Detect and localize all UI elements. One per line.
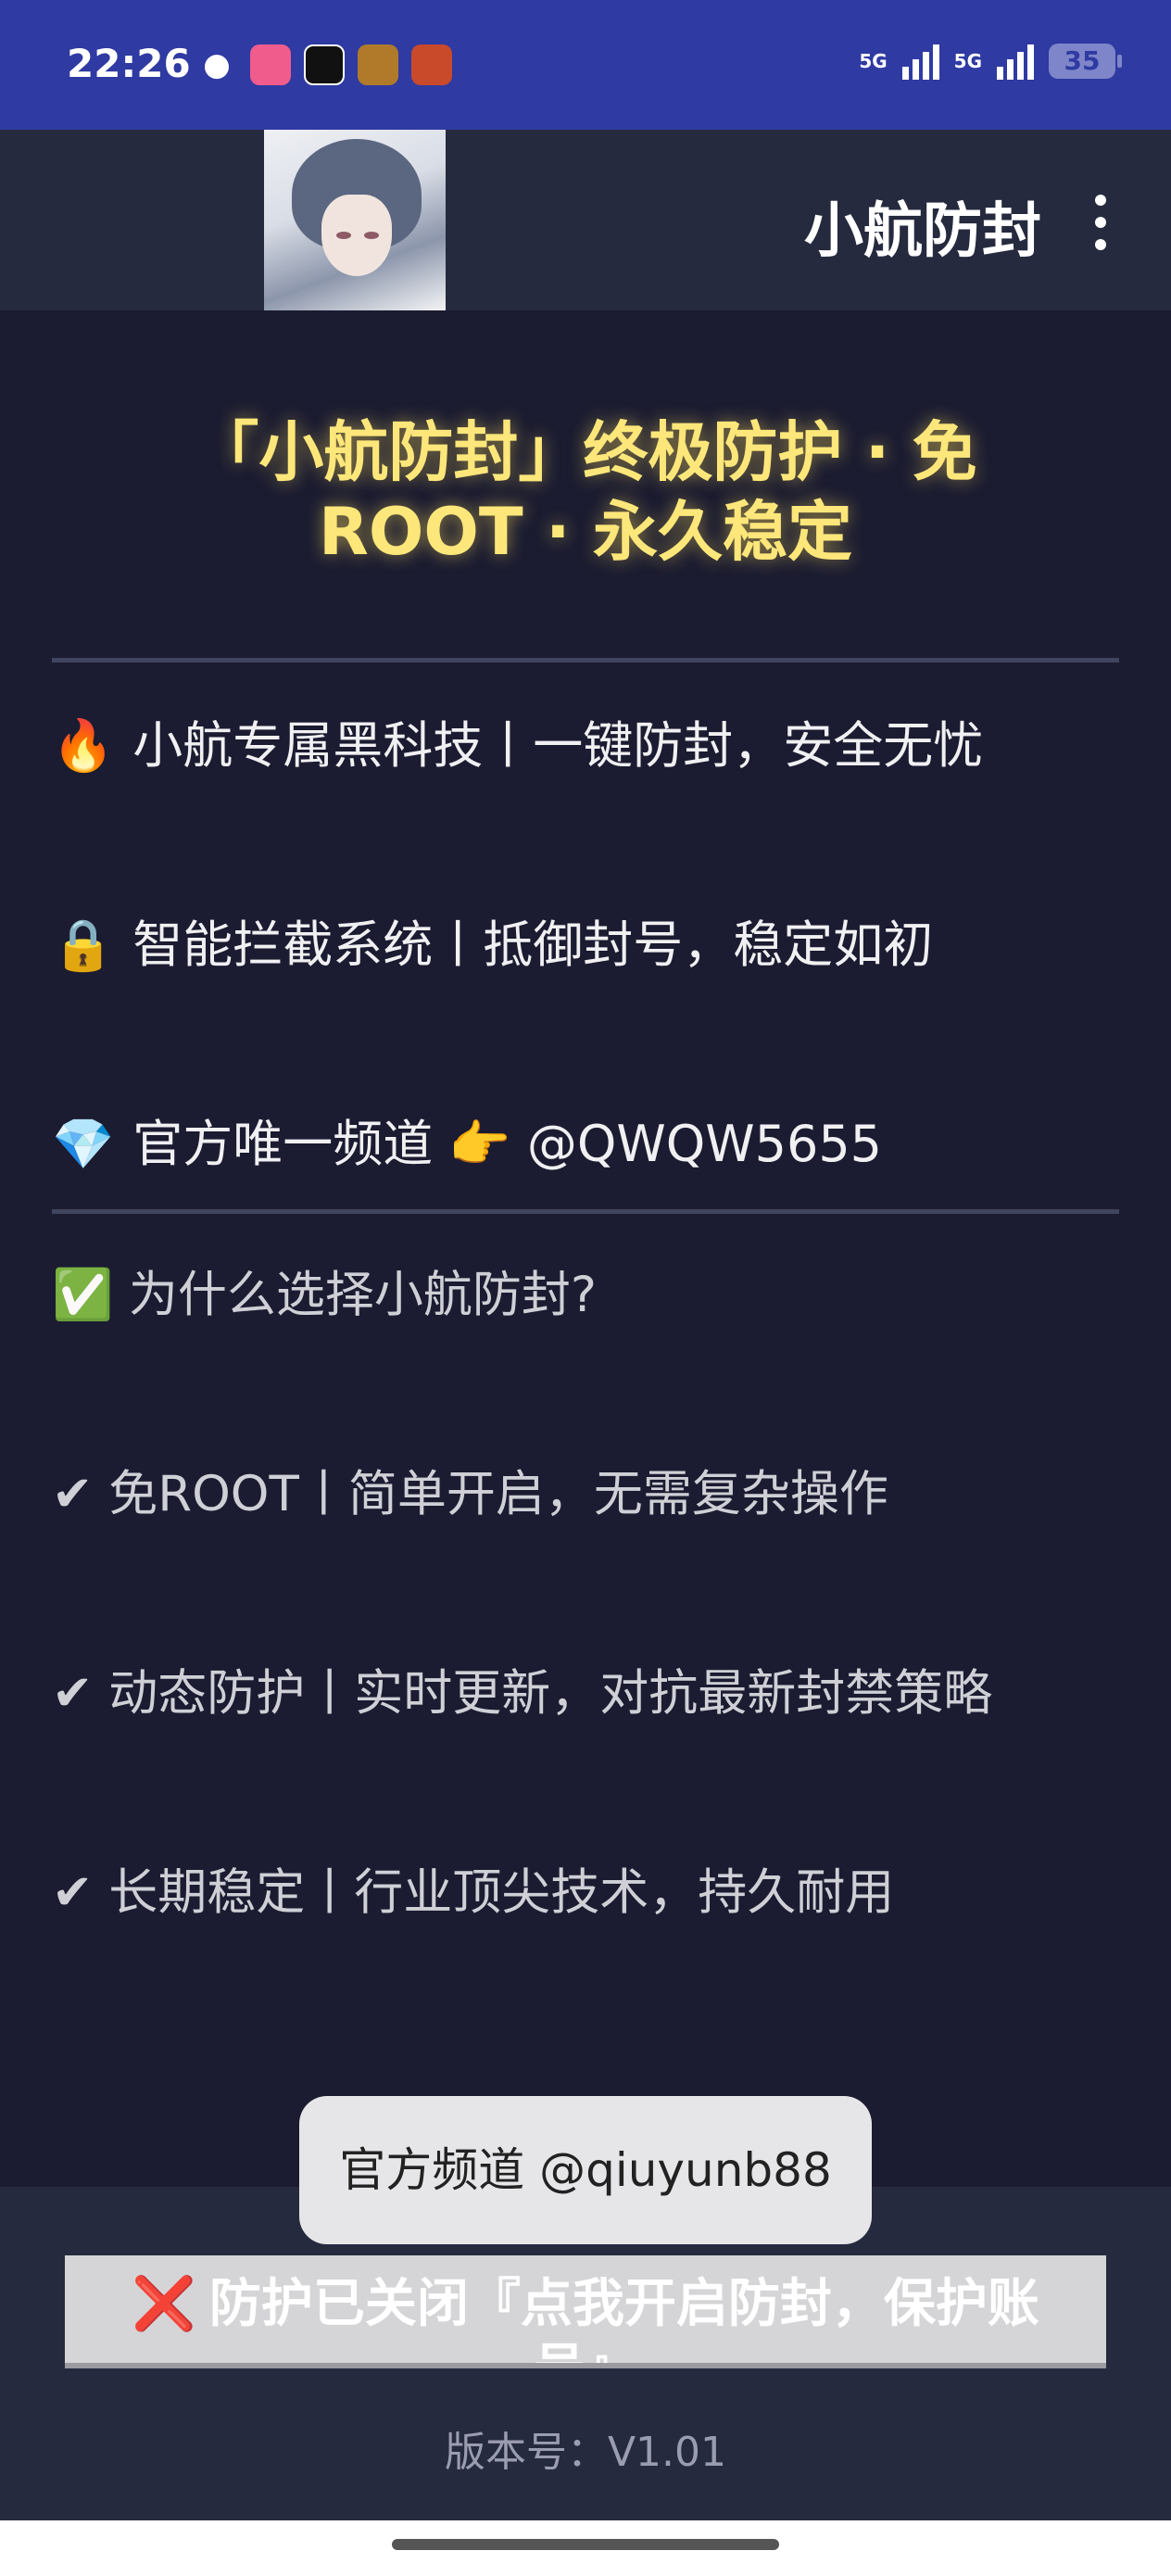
status-time: 22:26 [67, 41, 191, 86]
battery-icon: 35 [1049, 44, 1122, 79]
fire-icon: 🔥 [52, 716, 115, 775]
reason-item: ✔ 免ROOT丨简单开启，无需复杂操作 [52, 1466, 888, 1522]
divider [52, 658, 1119, 663]
toggle-label: 防护已关闭『点我开启防封，保护账号』 [208, 2274, 1039, 2363]
wechat-icon: ● [203, 46, 231, 83]
game-icon [411, 44, 452, 85]
close-icon: ❌ [132, 2274, 196, 2334]
feature-item: 💎 官方唯一频道 👉 @QWQW5655 [52, 1103, 882, 1176]
reason-item: ✔ 动态防护丨实时更新，对抗最新封禁策略 [52, 1665, 993, 1722]
reason-item: ✔ 长期稳定丨行业顶尖技术，持久耐用 [52, 1864, 895, 1921]
toggle-protection-button[interactable]: ❌防护已关闭『点我开启防封，保护账号』 [65, 2255, 1106, 2368]
version-label: 版本号：V1.01 [444, 2429, 727, 2476]
tiktok-icon [304, 44, 345, 85]
lock-icon: 🔒 [52, 915, 115, 974]
system-icons: 5G 5G 35 [859, 43, 1122, 80]
bilibili-icon [250, 44, 291, 85]
notification-icons: ● [196, 44, 452, 85]
gem-icon: 💎 [52, 1115, 115, 1173]
more-vert-icon[interactable] [1095, 195, 1106, 250]
app-title: 小航防封 [804, 197, 1041, 266]
headline: 「小航防封」终极防护 · 免ROOT · 永久稳定 [194, 414, 977, 570]
feature-item: 🔥 小航专属黑科技丨一键防封，安全无忧 [52, 704, 983, 777]
navigation-bar [0, 2520, 1171, 2576]
divider [52, 1209, 1119, 1214]
status-bar: 22:26 ● 5G 5G 35 [0, 0, 1171, 130]
signal-icon [901, 43, 939, 80]
game-icon [358, 44, 398, 85]
feature-text: 智能拦截系统丨抵御封号，稳定如初 [132, 915, 934, 974]
toast-message: 官方频道 @qiuyunb88 [299, 2096, 872, 2244]
network-label-2: 5G [953, 50, 982, 72]
why-title: ✅ 为什么选择小航防封? [52, 1267, 597, 1323]
app-bar: 小航防封 [0, 130, 1171, 310]
main-content: 「小航防封」终极防护 · 免ROOT · 永久稳定 🔥 小航专属黑科技丨一键防封，… [0, 310, 1171, 2187]
network-label-1: 5G [859, 50, 888, 72]
feature-text: 官方唯一频道 👉 @QWQW5655 [132, 1115, 883, 1173]
avatar[interactable] [264, 130, 446, 310]
feature-text: 小航专属黑科技丨一键防封，安全无忧 [132, 716, 984, 775]
signal-icon [997, 43, 1034, 80]
feature-item: 🔒 智能拦截系统丨抵御封号，稳定如初 [52, 903, 933, 977]
home-indicator[interactable] [392, 2539, 779, 2550]
